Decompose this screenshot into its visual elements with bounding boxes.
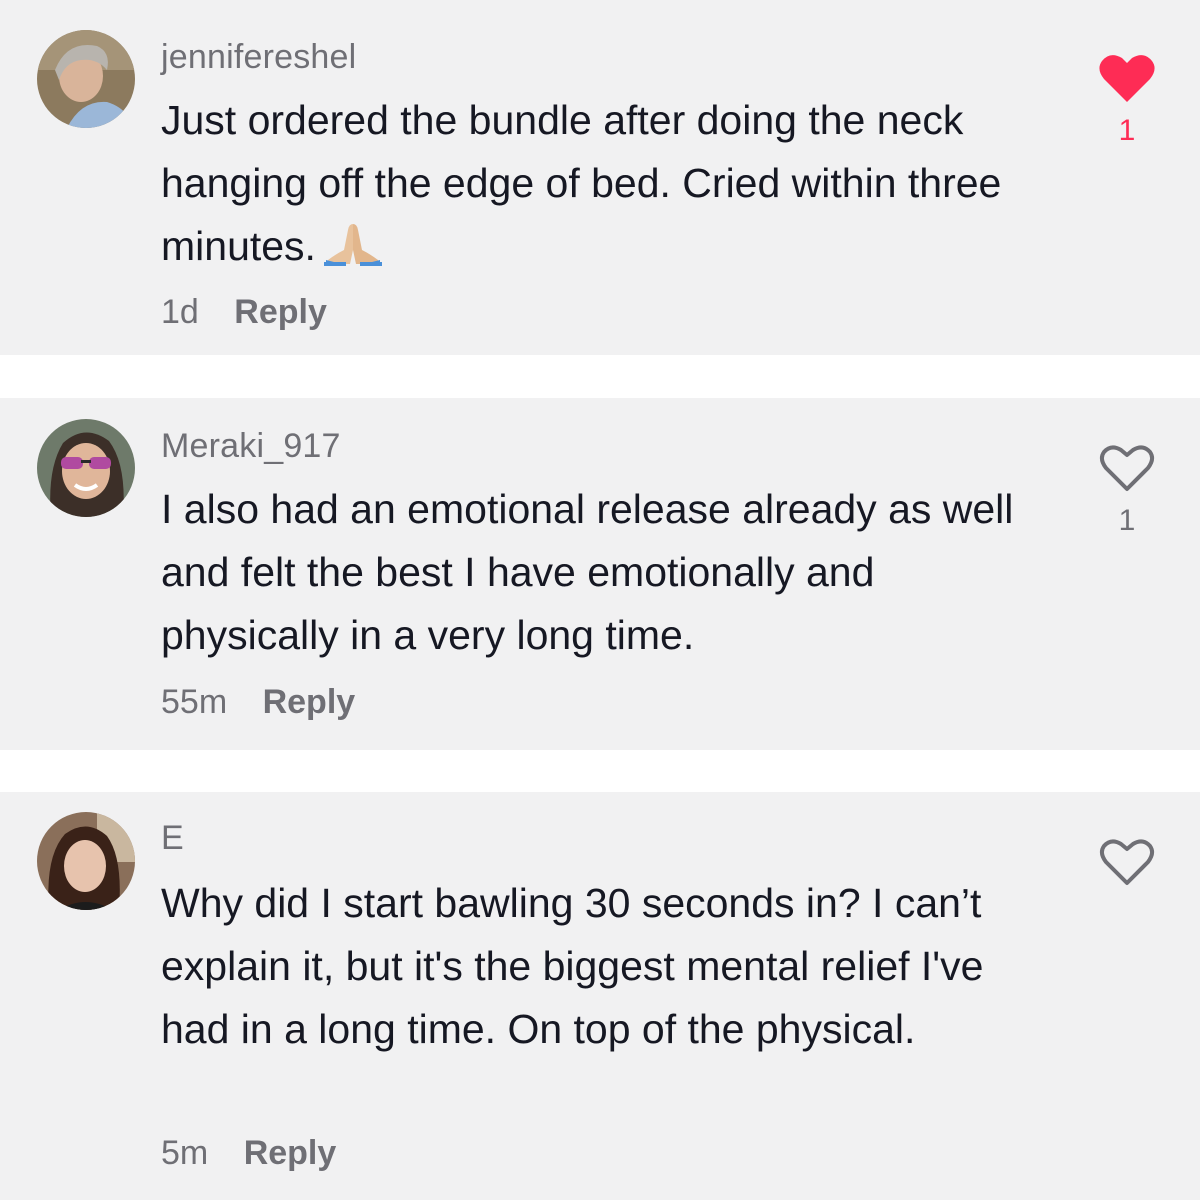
comment-username[interactable]: Meraki_917 — [161, 427, 341, 466]
like-count: 1 — [1118, 504, 1136, 537]
comment-item: jennifereshel Just ordered the bundle af… — [0, 0, 1200, 355]
avatar[interactable] — [37, 812, 135, 910]
heart-outline-icon — [1099, 839, 1155, 885]
comment-timestamp: 5m — [161, 1134, 209, 1172]
reply-button[interactable]: Reply — [263, 683, 356, 721]
comment-meta: 5m Reply — [161, 1134, 336, 1173]
like-count: 1 — [1118, 114, 1136, 147]
like-button[interactable]: 1 — [1097, 442, 1157, 538]
comment-username[interactable]: jennifereshel — [161, 38, 356, 77]
reply-button[interactable]: Reply — [244, 1134, 337, 1172]
avatar-image — [37, 30, 135, 128]
avatar-image — [37, 812, 135, 910]
avatar[interactable] — [37, 419, 135, 517]
comment-feed: jennifereshel Just ordered the bundle af… — [0, 0, 1200, 1200]
reply-button[interactable]: Reply — [234, 293, 327, 331]
comment-text-body: Just ordered the bundle after doing the … — [161, 97, 1002, 269]
heart-filled-icon — [1099, 55, 1155, 102]
like-button[interactable]: 1 — [1097, 52, 1157, 148]
comment-timestamp: 55m — [161, 683, 228, 721]
comment-text: Just ordered the bundle after doing the … — [161, 89, 1041, 278]
comment-username[interactable]: E — [161, 819, 184, 858]
heart-outline-icon — [1099, 445, 1155, 491]
comment-text: Why did I start bawling 30 seconds in? I… — [161, 880, 984, 1052]
comment-timestamp: 1d — [161, 293, 199, 331]
comment-item: E Why did I start bawling 30 seconds in?… — [0, 792, 1200, 1200]
comment-meta: 1d Reply — [161, 293, 327, 332]
comment-text: I also had an emotional release already … — [161, 486, 1014, 658]
comment-item: Meraki_917 I also had an emotional relea… — [0, 398, 1200, 750]
avatar[interactable] — [37, 30, 135, 128]
avatar-image — [37, 419, 135, 517]
folded-hands-icon — [323, 224, 382, 266]
comment-meta: 55m Reply — [161, 683, 355, 722]
like-button[interactable] — [1097, 836, 1157, 898]
